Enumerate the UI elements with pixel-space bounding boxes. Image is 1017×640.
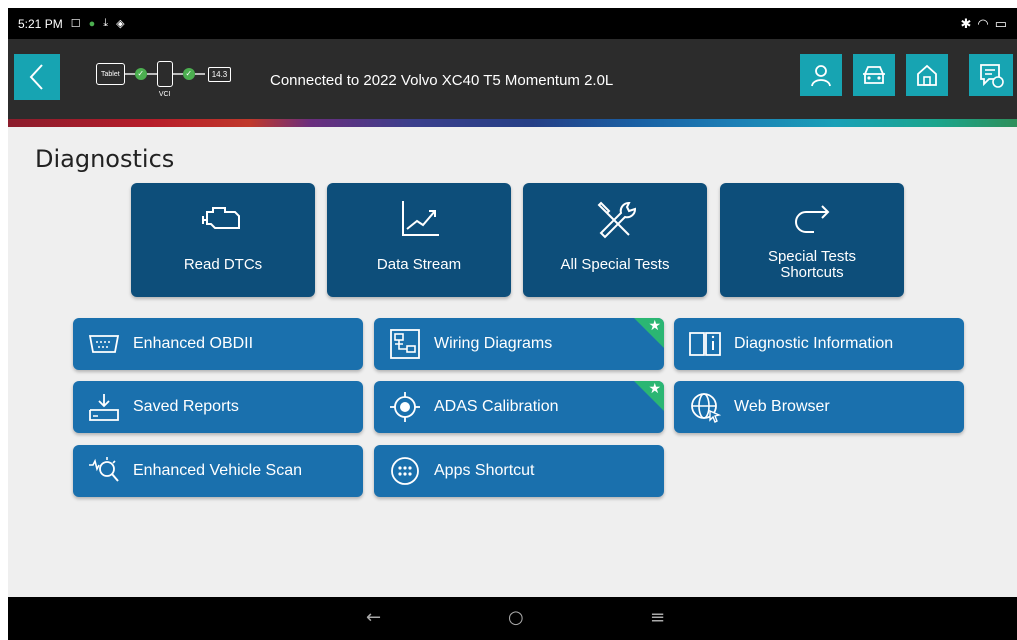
top-bar: Tablet ✓ VCI ✓ 14.3 Connected to 2022 Vo…	[8, 39, 1017, 119]
apps-shortcut-label: Apps Shortcut	[434, 462, 535, 479]
download-icon: ⤓	[103, 17, 109, 29]
saved-reports-label: Saved Reports	[133, 398, 239, 415]
back-button[interactable]	[14, 54, 60, 100]
special-tests-shortcuts-label: Special Tests Shortcuts	[767, 248, 857, 281]
page-title: Diagnostics	[35, 145, 175, 173]
connection-text: Connected to 2022 Volvo XC40 T5 Momentum…	[270, 72, 614, 89]
user-icon	[811, 65, 831, 87]
engine-icon	[202, 207, 240, 229]
battery-voltage: 14.3	[211, 69, 228, 79]
adas-calibration-button[interactable]: ADAS Calibration ★	[374, 381, 664, 433]
special-tests-shortcuts-button[interactable]: Special Tests Shortcuts	[720, 183, 904, 297]
obd-connector-icon	[88, 335, 120, 353]
read-dtcs-label: Read DTCs	[183, 256, 263, 273]
battery-icon: ▭	[994, 15, 1007, 31]
brand-stripe	[8, 119, 1017, 127]
book-info-icon	[689, 332, 721, 356]
enhanced-vehicle-scan-button[interactable]: Enhanced Vehicle Scan	[73, 445, 363, 497]
apps-grid-icon	[391, 457, 419, 485]
user-button[interactable]	[800, 54, 842, 96]
tablet-label: Tablet	[101, 70, 120, 78]
status-bar: 5:21 PM ☐ ● ⤓ ◈ ✱ ◠ ▭	[8, 8, 1017, 39]
app-frame: 5:21 PM ☐ ● ⤓ ◈ ✱ ◠ ▭ Tablet ✓ VCI ✓ 14.…	[8, 8, 1017, 640]
diagnostic-information-button[interactable]: Diagnostic Information	[674, 318, 964, 370]
adas-calibration-label: ADAS Calibration	[434, 398, 559, 415]
tablet-icon: Tablet	[96, 63, 125, 85]
bluetooth-icon: ✱	[960, 15, 972, 31]
system-nav-bar: ← ○ ≡	[8, 597, 1017, 640]
enhanced-vehicle-scan-label: Enhanced Vehicle Scan	[133, 462, 303, 479]
enhanced-obdii-button[interactable]: Enhanced OBDII	[73, 318, 363, 370]
nav-home-icon[interactable]: ○	[508, 607, 524, 628]
globe-icon	[691, 393, 721, 423]
location-icon: ◈	[116, 18, 125, 30]
star-icon[interactable]: ★	[648, 318, 661, 334]
connected-check-icon-2: ✓	[182, 68, 195, 80]
vehicle-button[interactable]	[853, 54, 895, 96]
wiring-diagram-icon	[390, 329, 420, 359]
redirect-arrow-icon	[795, 205, 830, 233]
feedback-chat-icon	[980, 64, 1004, 88]
wiring-diagrams-label: Wiring Diagrams	[434, 335, 553, 352]
scan-search-icon	[89, 457, 119, 482]
diagnostic-information-label: Diagnostic Information	[734, 335, 894, 352]
chart-icon	[402, 201, 439, 236]
status-time: 5:21 PM	[18, 16, 63, 31]
star-icon[interactable]: ★	[648, 381, 661, 397]
data-stream-button[interactable]: Data Stream	[327, 183, 511, 297]
nav-recents-icon[interactable]: ≡	[650, 607, 665, 628]
tools-icon	[597, 201, 636, 239]
enhanced-obdii-label: Enhanced OBDII	[133, 335, 254, 352]
download-tray-icon	[89, 394, 119, 421]
wifi-icon: ◠	[977, 15, 989, 31]
app-notification-icon: ●	[88, 17, 96, 30]
battery-voltage-icon: 14.3	[207, 66, 232, 82]
apps-shortcut-button[interactable]: Apps Shortcut	[374, 445, 664, 497]
connection-status: Tablet ✓ VCI ✓ 14.3	[96, 61, 232, 98]
web-browser-button[interactable]: Web Browser	[674, 381, 964, 433]
saved-reports-button[interactable]: Saved Reports	[73, 381, 363, 433]
car-icon	[863, 66, 885, 84]
vci-label: VCI	[158, 91, 171, 98]
connected-check-icon: ✓	[134, 68, 147, 80]
target-icon	[390, 392, 420, 422]
all-special-tests-label: All Special Tests	[560, 256, 670, 273]
read-dtcs-button[interactable]: Read DTCs	[131, 183, 315, 297]
nav-back-icon[interactable]: ←	[366, 607, 381, 628]
web-browser-label: Web Browser	[734, 398, 830, 415]
screen-icon: ☐	[70, 18, 81, 30]
all-special-tests-button[interactable]: All Special Tests	[523, 183, 707, 297]
home-icon	[917, 64, 937, 86]
feedback-button[interactable]	[969, 54, 1013, 96]
data-stream-label: Data Stream	[376, 256, 462, 273]
chevron-left-icon	[29, 64, 43, 90]
vci-icon: VCI	[156, 61, 173, 98]
wiring-diagrams-button[interactable]: Wiring Diagrams ★	[374, 318, 664, 370]
home-button[interactable]	[906, 54, 948, 96]
